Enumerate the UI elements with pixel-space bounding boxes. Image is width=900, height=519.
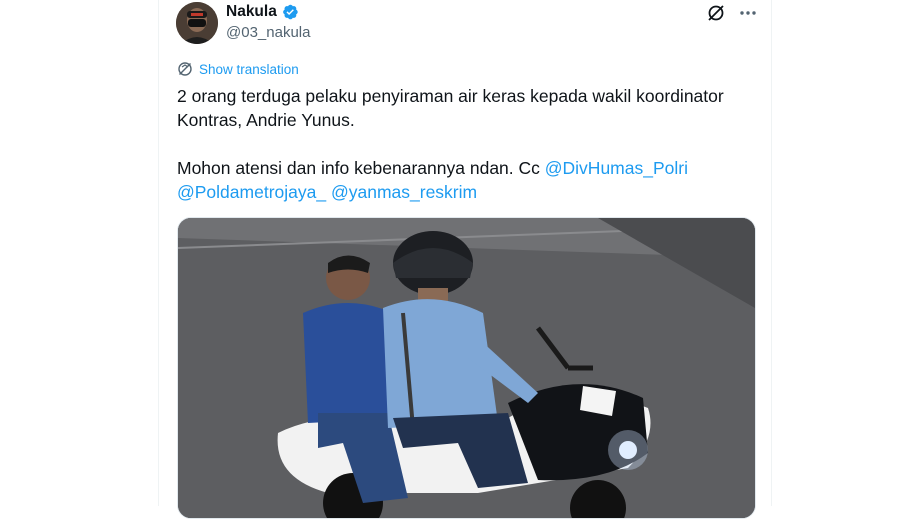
tweet-text-prefix: Mohon atensi dan info kebenarannya ndan.… [177, 158, 545, 178]
tweet-text-line2: Mohon atensi dan info kebenarannya ndan.… [177, 156, 757, 204]
author-name-row[interactable]: Nakula [226, 3, 299, 21]
tweet-text: 2 orang terduga pelaku penyiraman air ke… [177, 84, 757, 204]
translate-icon [177, 61, 193, 77]
mention-poldametrojaya[interactable]: @Poldametrojaya_ [177, 182, 326, 202]
mention-yanmas[interactable]: @yanmas_reskrim [331, 182, 477, 202]
show-translation-label[interactable]: Show translation [199, 62, 299, 77]
avatar[interactable] [176, 2, 218, 44]
author-handle[interactable]: @03_nakula [226, 24, 310, 41]
display-name[interactable]: Nakula [226, 3, 277, 21]
tweet-text-line1: 2 orang terduga pelaku penyiraman air ke… [177, 86, 724, 130]
top-actions [706, 3, 758, 23]
tweet-media-photo[interactable] [177, 217, 756, 519]
more-icon[interactable] [738, 3, 758, 23]
grok-icon[interactable] [706, 3, 726, 23]
show-translation-link[interactable]: Show translation [177, 61, 299, 77]
verified-badge-icon [281, 3, 299, 21]
tweet-page: Nakula @03_nakula Show translation 2 ora… [0, 0, 900, 519]
mention-divhumas[interactable]: @DivHumas_Polri [545, 158, 688, 178]
